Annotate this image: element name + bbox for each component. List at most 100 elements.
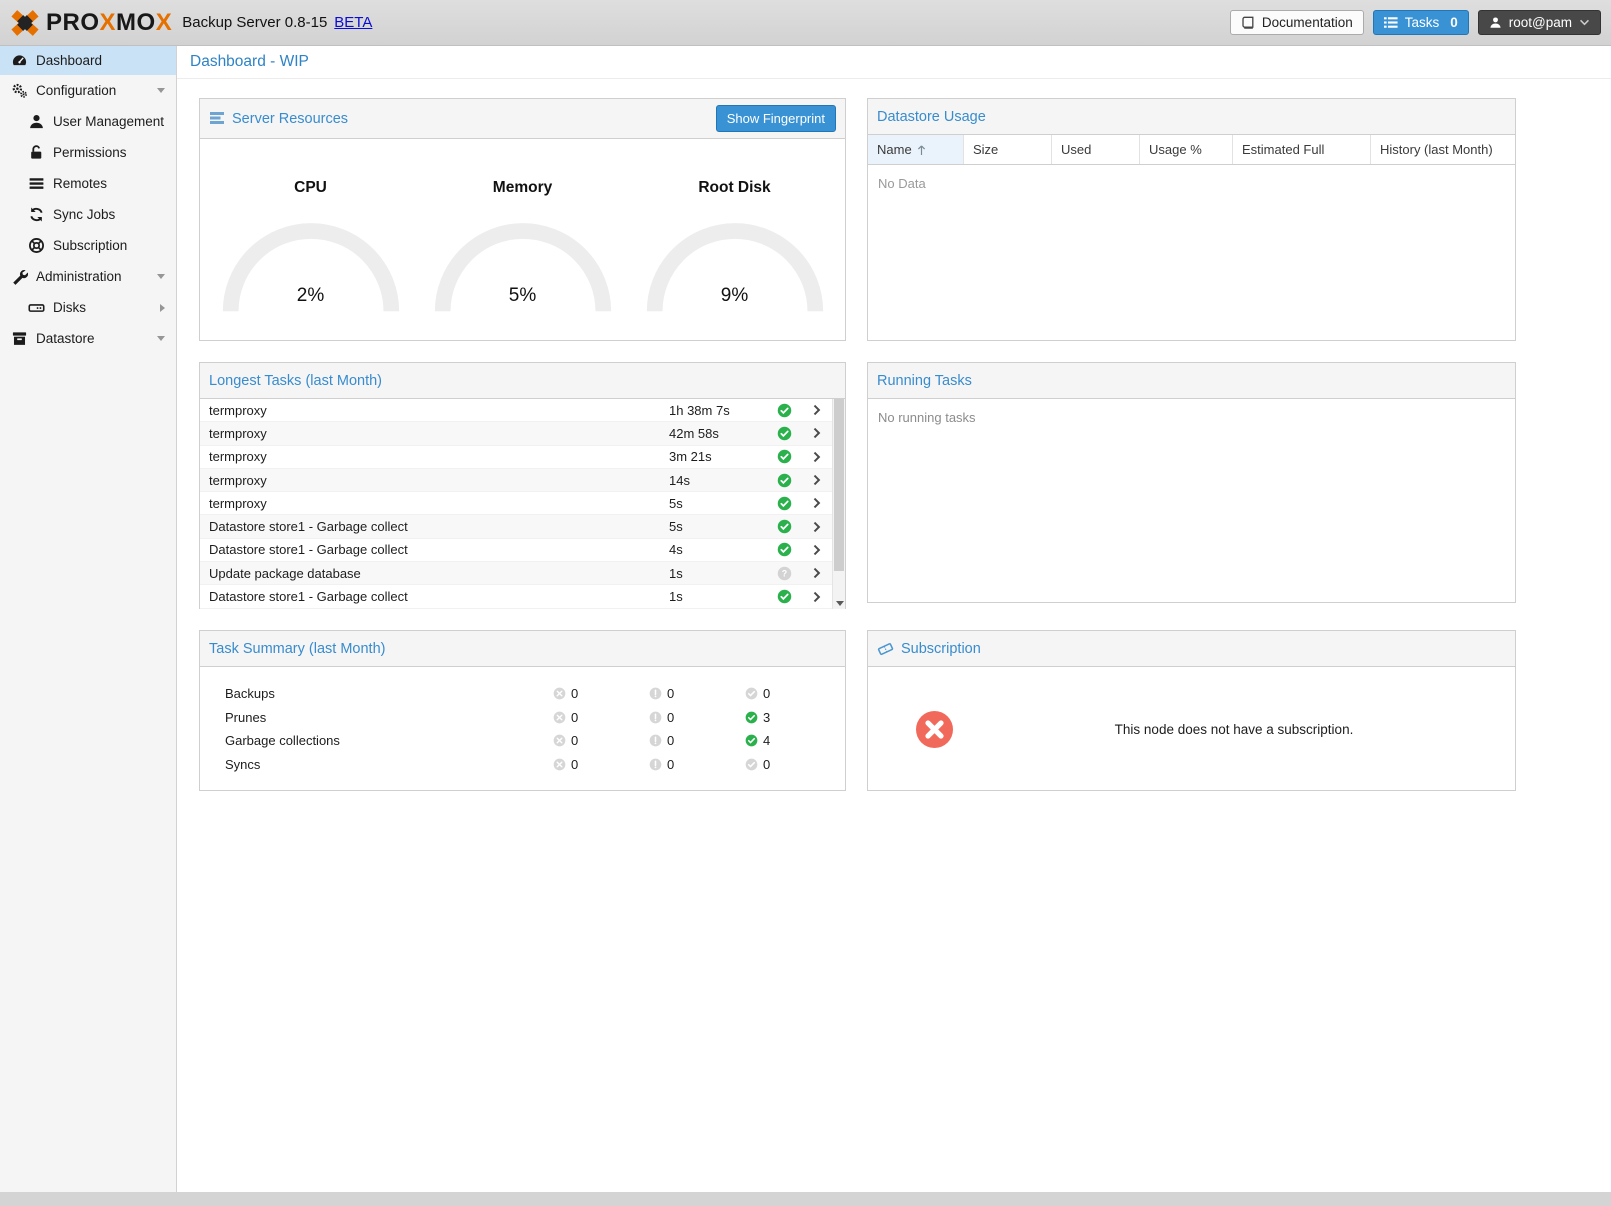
open-task-chevron[interactable] bbox=[799, 566, 833, 580]
task-status-icon: ? bbox=[769, 426, 799, 441]
task-row[interactable]: termproxy 14s ? bbox=[200, 469, 832, 492]
longest-tasks-header: Longest Tasks (last Month) bbox=[200, 363, 845, 399]
running-tasks-panel: Running Tasks No running tasks bbox=[867, 362, 1516, 603]
task-status-icon: ? bbox=[769, 589, 799, 604]
datastore-usage-header: Datastore Usage bbox=[868, 99, 1515, 135]
task-row[interactable]: termproxy 42m 58s ? bbox=[200, 422, 832, 445]
task-summary-row[interactable]: Backups 0 0 0 bbox=[200, 682, 845, 706]
task-list-icon bbox=[1384, 16, 1398, 29]
ok-count-cell: 0 bbox=[745, 686, 841, 701]
task-row[interactable]: Update package database 1s ? bbox=[200, 562, 832, 585]
sidebar-item-dashboard[interactable]: Dashboard bbox=[0, 46, 176, 75]
longest-tasks-panel: Longest Tasks (last Month) termproxy 1h … bbox=[199, 362, 846, 609]
sidebar-item-datastore[interactable]: Datastore bbox=[0, 323, 176, 354]
column-header-size[interactable]: Size bbox=[964, 135, 1052, 164]
open-task-chevron[interactable] bbox=[799, 590, 833, 604]
sidebar-item-disks[interactable]: Disks bbox=[0, 292, 176, 323]
check-circle-icon bbox=[745, 734, 758, 747]
error-count-cell: 0 bbox=[553, 757, 649, 772]
error-count-cell: 0 bbox=[553, 733, 649, 748]
column-header-name[interactable]: Name bbox=[868, 135, 964, 164]
user-icon bbox=[1489, 16, 1502, 29]
sidebar-item-administration[interactable]: Administration bbox=[0, 261, 176, 292]
datastore-usage-empty-text: No Data bbox=[868, 165, 1515, 341]
times-circle-icon bbox=[553, 711, 566, 724]
tasks-count-badge: 0 bbox=[1450, 15, 1458, 30]
task-row[interactable]: termproxy 1h 38m 7s ? bbox=[200, 399, 832, 422]
sidebar-item-remotes[interactable]: Remotes bbox=[0, 168, 176, 199]
task-summary-row[interactable]: Syncs 0 0 0 bbox=[200, 753, 845, 777]
times-circle-icon bbox=[553, 687, 566, 700]
collapse-arrow-icon[interactable] bbox=[157, 88, 165, 93]
memory-gauge: Memory 5% bbox=[424, 179, 622, 340]
ok-count-cell: 3 bbox=[745, 710, 841, 725]
svg-text:?: ? bbox=[781, 568, 786, 578]
open-task-chevron[interactable] bbox=[799, 520, 833, 534]
ok-count-cell: 4 bbox=[745, 733, 841, 748]
scrollbar-thumb[interactable] bbox=[834, 399, 844, 571]
remotes-icon bbox=[28, 175, 45, 192]
open-task-chevron[interactable] bbox=[799, 426, 833, 440]
open-task-chevron[interactable] bbox=[799, 543, 833, 557]
tasks-button[interactable]: Tasks 0 bbox=[1373, 10, 1469, 35]
sidebar-item-subscription[interactable]: Subscription bbox=[0, 230, 176, 261]
show-fingerprint-button[interactable]: Show Fingerprint bbox=[716, 105, 836, 132]
book-icon bbox=[1241, 16, 1255, 30]
check-circle-icon bbox=[745, 687, 758, 700]
chevron-down-icon bbox=[1579, 19, 1590, 26]
task-summary-table: Backups 0 0 0 bbox=[200, 667, 845, 791]
life-ring-icon bbox=[28, 237, 45, 254]
product-subtitle: Backup Server 0.8-15 bbox=[182, 14, 327, 31]
collapse-arrow-icon[interactable] bbox=[157, 336, 165, 341]
sync-icon bbox=[28, 206, 45, 223]
task-row[interactable]: termproxy 3m 21s ? bbox=[200, 446, 832, 469]
sidebar-item-configuration[interactable]: Configuration bbox=[0, 75, 176, 106]
warning-count-cell: 0 bbox=[649, 757, 745, 772]
open-task-chevron[interactable] bbox=[799, 450, 833, 464]
proxmox-x-icon bbox=[10, 8, 40, 38]
user-menu-button[interactable]: root@pam bbox=[1478, 10, 1601, 35]
ticket-icon bbox=[877, 641, 894, 657]
open-task-chevron[interactable] bbox=[799, 403, 833, 417]
beta-link[interactable]: BETA bbox=[334, 14, 372, 31]
subscription-header: Subscription bbox=[868, 631, 1515, 667]
task-summary-row[interactable]: Prunes 0 0 3 bbox=[200, 706, 845, 730]
running-tasks-empty-text: No running tasks bbox=[868, 399, 1515, 603]
user-icon bbox=[28, 113, 45, 130]
scrollbar[interactable] bbox=[832, 399, 845, 609]
task-row[interactable]: termproxy 5s ? bbox=[200, 492, 832, 515]
column-header-history[interactable]: History (last Month) bbox=[1371, 135, 1515, 164]
column-header-usage-pct[interactable]: Usage % bbox=[1140, 135, 1233, 164]
column-header-estimated-full[interactable]: Estimated Full bbox=[1233, 135, 1371, 164]
scrollbar-down-arrow-icon[interactable] bbox=[836, 601, 844, 606]
sidebar: Dashboard Configuration User Management … bbox=[0, 46, 177, 1192]
running-tasks-header: Running Tasks bbox=[868, 363, 1515, 399]
sidebar-item-sync-jobs[interactable]: Sync Jobs bbox=[0, 199, 176, 230]
exclamation-circle-icon bbox=[649, 758, 662, 771]
open-task-chevron[interactable] bbox=[799, 473, 833, 487]
task-row[interactable]: Datastore store1 - Garbage collect 4s ? bbox=[200, 539, 832, 562]
root-disk-gauge: Root Disk 9% bbox=[636, 179, 834, 340]
sidebar-item-permissions[interactable]: Permissions bbox=[0, 137, 176, 168]
server-resources-panel: Server Resources Show Fingerprint CPU 2% bbox=[199, 98, 846, 341]
task-status-icon: ? bbox=[769, 403, 799, 418]
documentation-button[interactable]: Documentation bbox=[1230, 10, 1364, 35]
task-row[interactable]: Datastore store1 - Garbage collect 5s ? bbox=[200, 515, 832, 538]
error-count-cell: 0 bbox=[553, 710, 649, 725]
task-status-icon: ? bbox=[769, 566, 799, 581]
server-bars-icon bbox=[209, 111, 225, 126]
sidebar-item-user-management[interactable]: User Management bbox=[0, 106, 176, 137]
exclamation-circle-icon bbox=[649, 711, 662, 724]
column-header-used[interactable]: Used bbox=[1052, 135, 1140, 164]
task-row[interactable]: Datastore store1 - Garbage collect 1s ? bbox=[200, 585, 832, 608]
submenu-arrow-icon[interactable] bbox=[160, 304, 165, 312]
task-status-icon: ? bbox=[769, 449, 799, 464]
task-summary-row[interactable]: Garbage collections 0 0 4 bbox=[200, 729, 845, 753]
exclamation-circle-icon bbox=[649, 687, 662, 700]
hdd-icon bbox=[28, 299, 45, 316]
unlock-icon bbox=[28, 144, 45, 161]
warning-count-cell: 0 bbox=[649, 686, 745, 701]
collapse-arrow-icon[interactable] bbox=[157, 274, 165, 279]
open-task-chevron[interactable] bbox=[799, 496, 833, 510]
ok-count-cell: 0 bbox=[745, 757, 841, 772]
